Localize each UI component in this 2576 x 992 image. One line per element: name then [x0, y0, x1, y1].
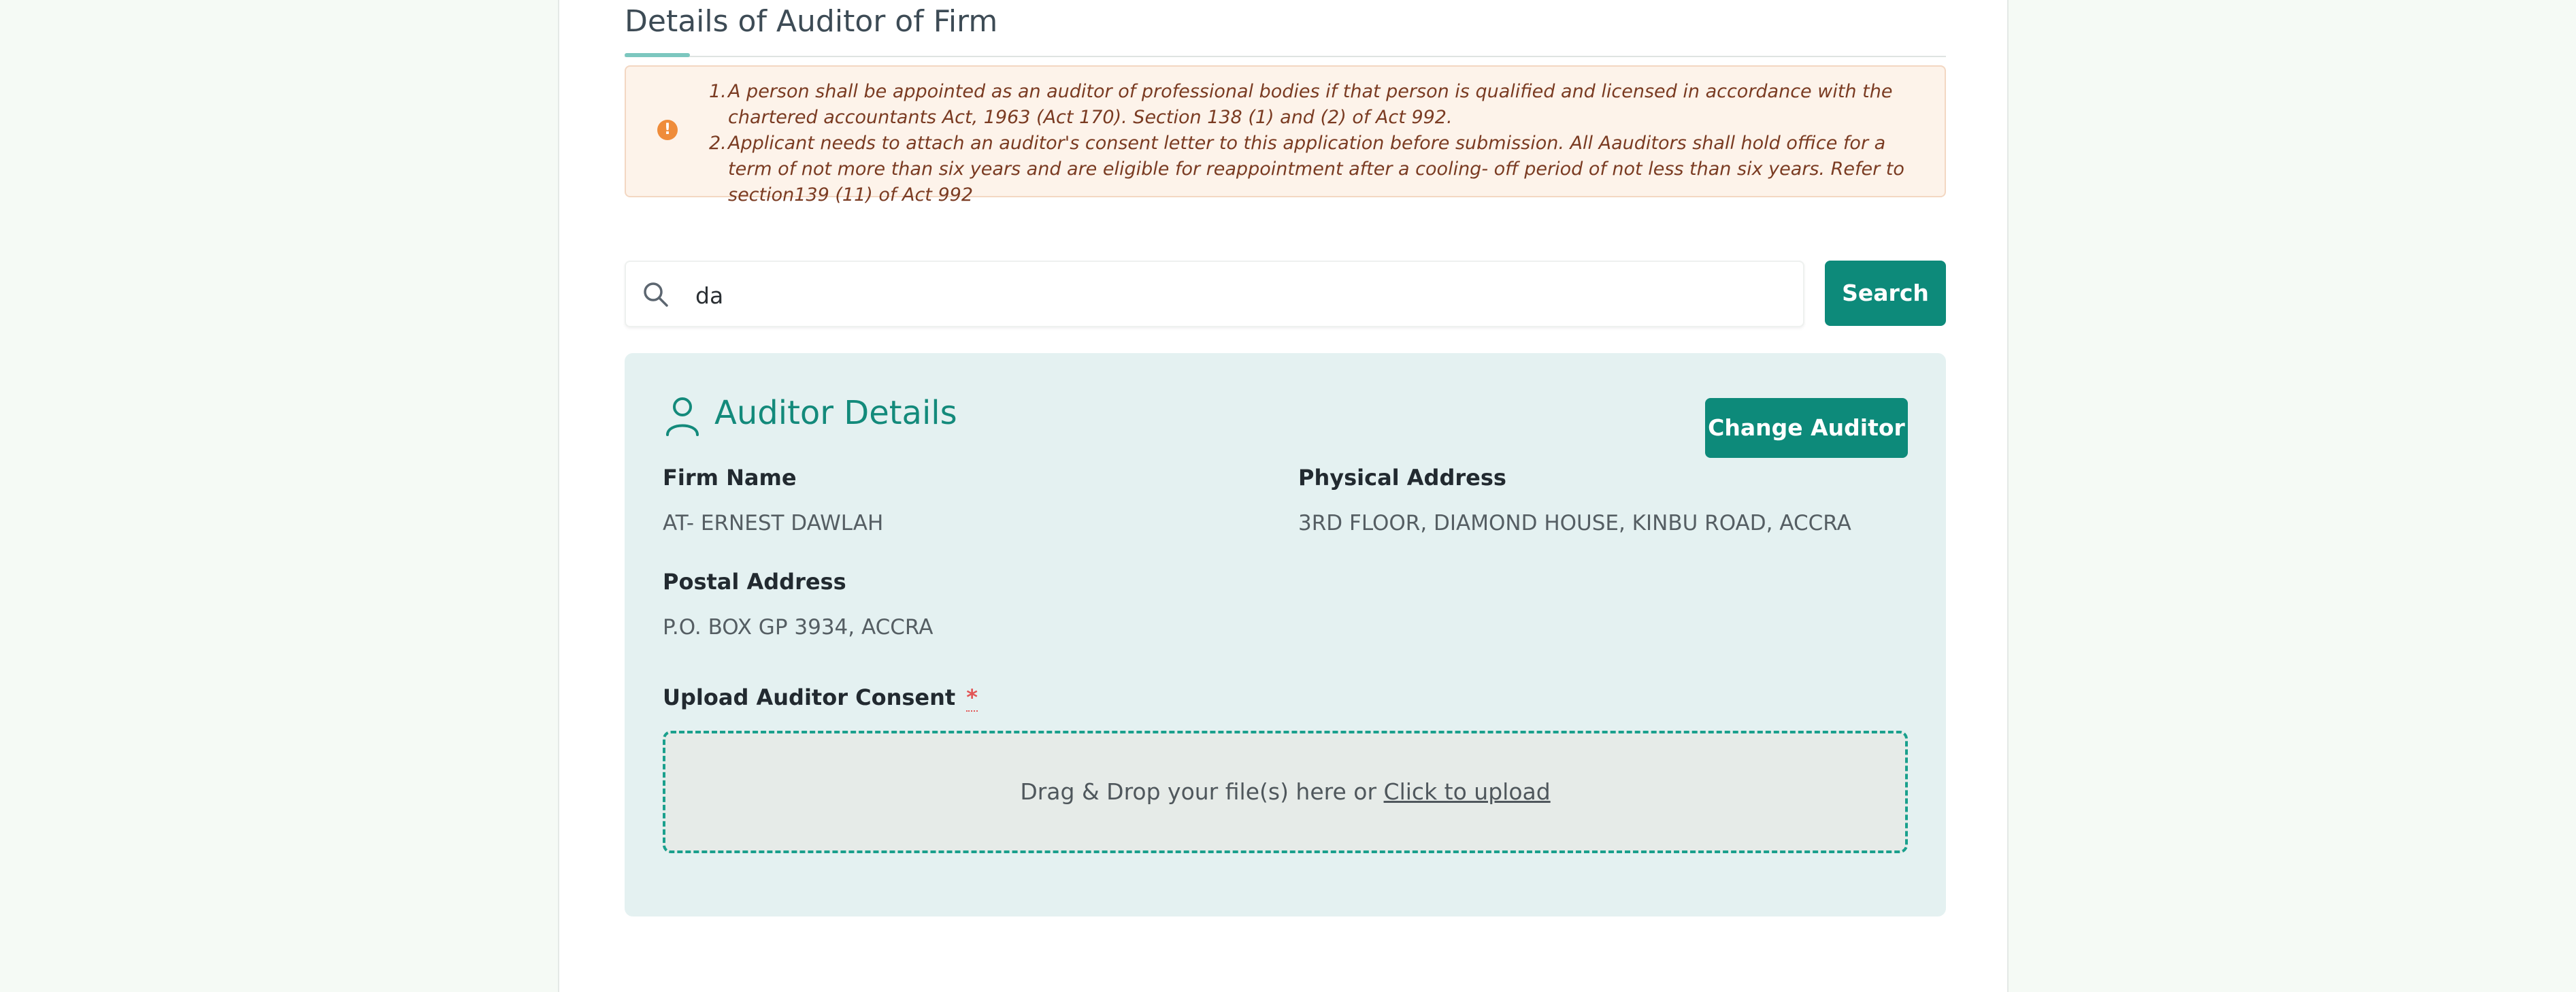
firm-name-label: Firm Name	[663, 465, 797, 491]
postal-address-value: P.O. BOX GP 3934, ACCRA	[663, 615, 934, 640]
file-drop-zone[interactable]: Drag & Drop your file(s) here or Click t…	[663, 731, 1908, 853]
card-title: Auditor Details	[714, 394, 957, 432]
click-to-upload-link[interactable]: Click to upload	[1384, 778, 1551, 805]
search-icon	[644, 282, 668, 307]
search-box[interactable]	[625, 261, 1804, 327]
warning-circle-icon: !	[657, 120, 678, 140]
postal-address-label: Postal Address	[663, 569, 846, 595]
search-button[interactable]: Search	[1825, 261, 1946, 326]
notice-item: 1. A person shall be appointed as an aud…	[709, 79, 1927, 131]
section-title: Details of Auditor of Firm	[625, 4, 998, 39]
search-input[interactable]	[694, 276, 1785, 315]
title-accent-bar	[625, 53, 690, 57]
physical-address-label: Physical Address	[1298, 465, 1506, 491]
notice-item-number: 2.	[709, 133, 727, 154]
change-auditor-button[interactable]: Change Auditor	[1705, 398, 1908, 458]
required-mark: *	[966, 684, 978, 712]
notice-box: ! 1. A person shall be appointed as an a…	[625, 65, 1946, 205]
notice-item-number: 1.	[709, 81, 727, 102]
firm-name-value: AT- ERNEST DAWLAH	[663, 511, 884, 535]
auditor-details-card: Auditor Details Change Auditor Firm Name…	[625, 353, 1946, 916]
notice-item-text: Applicant needs to attach an auditor's c…	[728, 133, 1904, 205]
notice-list: 1. A person shall be appointed as an aud…	[709, 79, 1927, 208]
physical-address-value: 3RD FLOOR, DIAMOND HOUSE, KINBU ROAD, AC…	[1298, 511, 1851, 535]
notice-item: 2. Applicant needs to attach an auditor'…	[709, 131, 1927, 208]
upload-consent-label: Upload Auditor Consent *	[663, 684, 978, 712]
title-divider	[625, 56, 1946, 57]
user-icon	[666, 397, 699, 436]
main-panel: Details of Auditor of Firm ! 1. A person…	[558, 0, 2009, 992]
drop-zone-text: Drag & Drop your file(s) here or	[1020, 778, 1377, 805]
notice-item-text: A person shall be appointed as an audito…	[728, 81, 1893, 128]
upload-consent-label-text: Upload Auditor Consent	[663, 684, 956, 710]
